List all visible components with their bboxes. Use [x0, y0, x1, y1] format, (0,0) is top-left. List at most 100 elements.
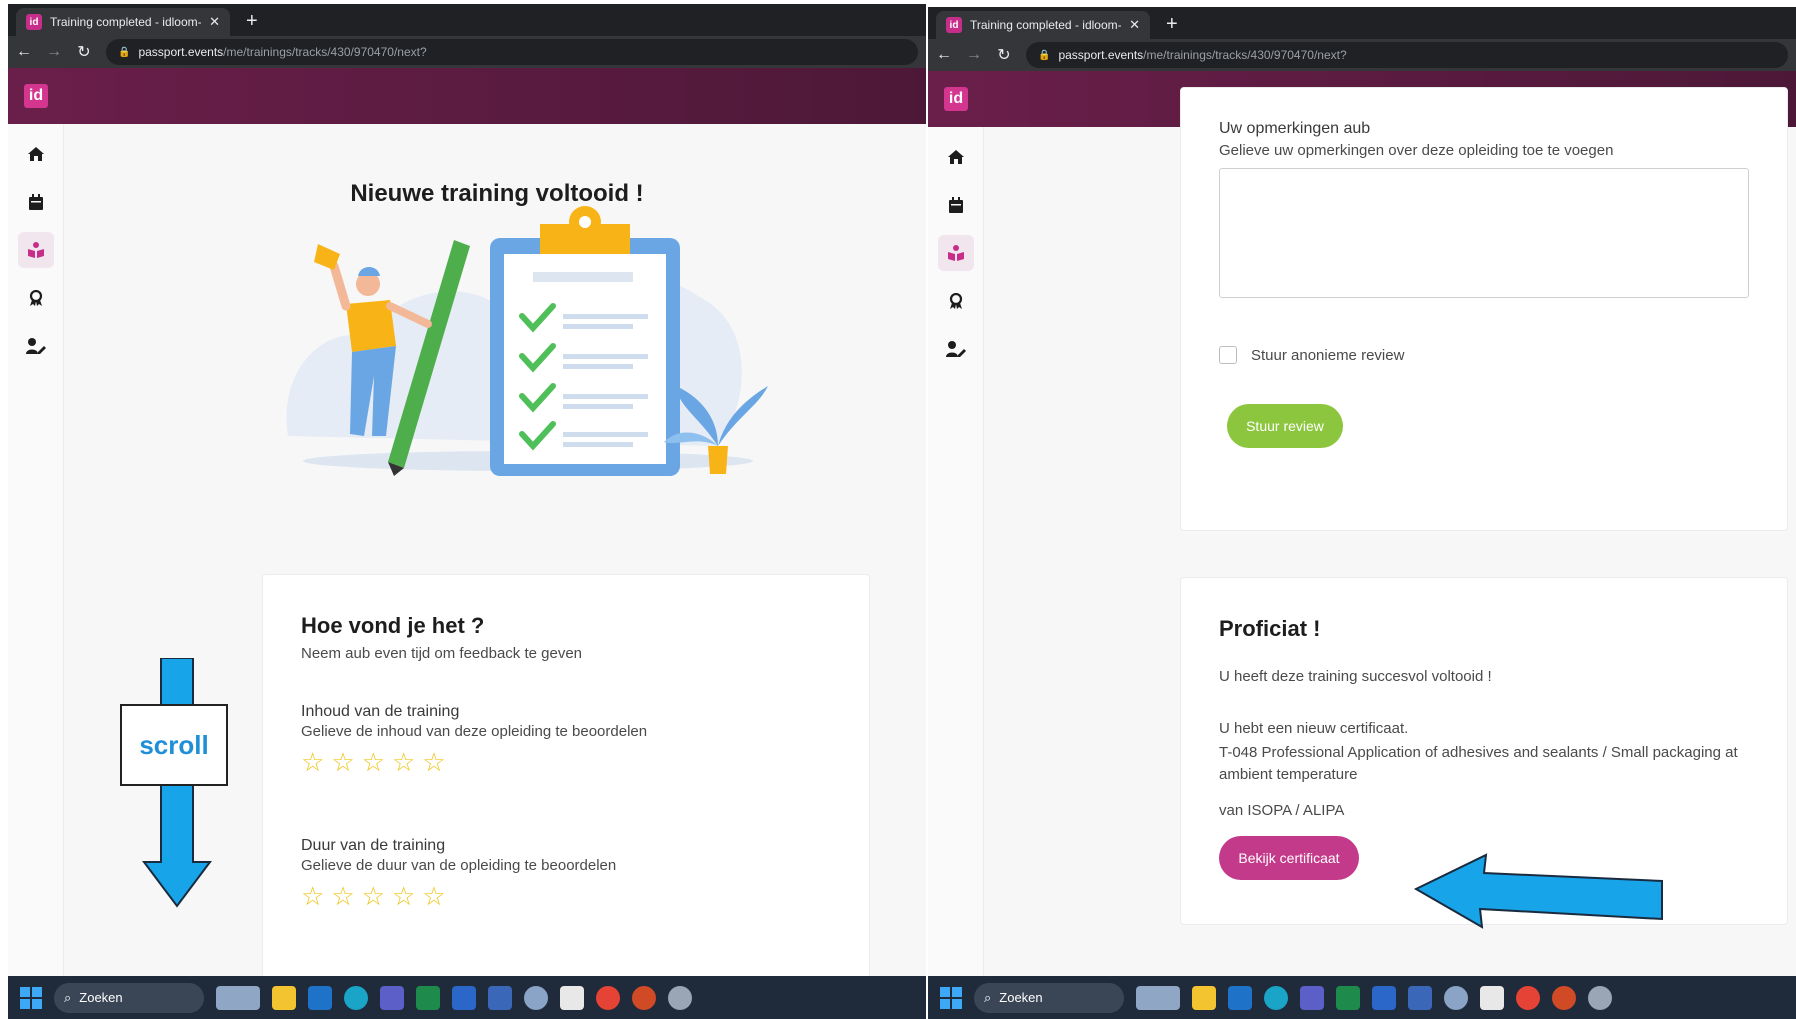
url-host: passport.events — [1058, 48, 1144, 62]
app-header: id — [8, 68, 926, 124]
browser-tab[interactable]: id Training completed - idloom-pas ✕ — [16, 8, 230, 36]
anonymous-review-checkbox[interactable] — [1219, 346, 1237, 364]
remarks-label: Uw opmerkingen aub — [1219, 120, 1371, 137]
pointer-arrow-icon — [1414, 853, 1663, 929]
taskbar-search[interactable]: ⌕ Zoeken — [54, 982, 204, 1013]
favicon: id — [946, 17, 962, 33]
sidebar-item-home[interactable] — [938, 139, 974, 175]
browser-tab[interactable]: id Training completed - idloom-pas ✕ — [936, 11, 1150, 39]
tab-strip: id Training completed - idloom-pas ✕ + — [8, 4, 926, 36]
star-icon[interactable]: ☆ — [392, 749, 415, 775]
new-tab-button[interactable]: + — [246, 8, 258, 34]
lock-icon: 🔒 — [118, 46, 131, 58]
powerpoint-icon[interactable] — [1552, 985, 1576, 1010]
star-icon[interactable]: ☆ — [362, 883, 385, 909]
acrobat-icon[interactable] — [560, 985, 584, 1010]
close-tab-icon[interactable]: ✕ — [209, 14, 220, 30]
app-logo[interactable]: id — [24, 84, 48, 108]
training-complete-illustration — [286, 206, 768, 476]
user-edit-icon — [946, 341, 966, 357]
app-body: Nieuwe training voltooid ! Hoe vond je h… — [8, 124, 926, 994]
app-logo[interactable]: id — [944, 87, 968, 111]
sidebar-item-calendar[interactable] — [18, 184, 54, 220]
windows-taskbar: ⌕ Zoeken — [928, 976, 1796, 1019]
widgets-icon[interactable] — [1136, 985, 1180, 1010]
powerpoint-icon[interactable] — [632, 985, 656, 1010]
reload-icon[interactable]: ↻ — [996, 45, 1012, 65]
remarks-textarea[interactable] — [1219, 168, 1749, 298]
excel-icon[interactable] — [416, 985, 440, 1010]
outlook-icon[interactable] — [1228, 985, 1252, 1010]
star-icon[interactable]: ☆ — [362, 749, 385, 775]
file-explorer-icon[interactable] — [1192, 985, 1216, 1010]
star-icon[interactable]: ☆ — [392, 883, 415, 909]
chrome-icon[interactable] — [1516, 985, 1540, 1010]
search-icon: ⌕ — [984, 989, 992, 1005]
sidebar-item-profile[interactable] — [18, 328, 54, 364]
forward-arrow-icon[interactable]: → — [46, 43, 62, 61]
book-reader-icon — [28, 242, 44, 258]
duration-star-rating: ☆ ☆ ☆ ☆ ☆ — [301, 883, 446, 909]
url-path: /me/trainings/tracks/430/970470/next? — [1143, 48, 1347, 62]
scroll-annotation: scroll — [120, 704, 228, 786]
star-icon[interactable]: ☆ — [331, 749, 354, 775]
address-bar[interactable]: 🔒 passport.events /me/trainings/tracks/4… — [1026, 42, 1788, 68]
home-icon — [28, 147, 44, 161]
award-icon — [949, 293, 963, 309]
widgets-icon[interactable] — [216, 985, 260, 1010]
settings-icon[interactable] — [1588, 985, 1612, 1010]
windows-start-icon[interactable] — [940, 986, 962, 1009]
star-icon[interactable]: ☆ — [301, 749, 324, 775]
edge-icon[interactable] — [1264, 985, 1288, 1010]
forward-arrow-icon[interactable]: → — [966, 46, 982, 64]
sidebar-item-trainings[interactable] — [938, 235, 974, 271]
calendar-icon — [949, 197, 963, 213]
new-tab-button[interactable]: + — [1166, 11, 1178, 37]
congrats-title: Proficiat ! — [1219, 616, 1321, 641]
globe-icon[interactable] — [524, 985, 548, 1010]
excel-icon[interactable] — [1336, 985, 1360, 1010]
taskbar-search[interactable]: ⌕ Zoeken — [974, 982, 1124, 1013]
sidebar-item-calendar[interactable] — [938, 187, 974, 223]
star-icon[interactable]: ☆ — [331, 883, 354, 909]
visio-icon[interactable] — [1408, 985, 1432, 1010]
star-icon[interactable]: ☆ — [301, 883, 324, 909]
feedback-title: Hoe vond je het ? — [301, 613, 485, 638]
edge-icon[interactable] — [344, 985, 368, 1010]
tab-strip: id Training completed - idloom-pas ✕ + — [928, 7, 1796, 39]
back-arrow-icon[interactable]: ← — [16, 43, 32, 61]
close-tab-icon[interactable]: ✕ — [1129, 17, 1140, 33]
content-star-rating: ☆ ☆ ☆ ☆ ☆ — [301, 749, 446, 775]
teams-icon[interactable] — [1300, 985, 1324, 1010]
settings-icon[interactable] — [668, 985, 692, 1010]
certificate-issuer: van ISOPA / ALIPA — [1219, 802, 1345, 819]
send-review-button[interactable]: Stuur review — [1227, 404, 1343, 448]
sidebar-item-trainings[interactable] — [18, 232, 54, 268]
word-icon[interactable] — [452, 985, 476, 1010]
outlook-icon[interactable] — [308, 985, 332, 1010]
sidebar-item-certificates[interactable] — [18, 280, 54, 316]
windows-start-icon[interactable] — [20, 986, 42, 1009]
sidebar-item-certificates[interactable] — [938, 283, 974, 319]
star-icon[interactable]: ☆ — [422, 883, 445, 909]
browser-toolbar: ← → ↻ 🔒 passport.events /me/trainings/tr… — [8, 36, 926, 68]
acrobat-icon[interactable] — [1480, 985, 1504, 1010]
view-certificate-button[interactable]: Bekijk certificaat — [1219, 836, 1359, 880]
book-reader-icon — [948, 245, 964, 261]
feedback-card: Hoe vond je het ? Neem aub even tijd om … — [262, 574, 870, 994]
visio-icon[interactable] — [488, 985, 512, 1010]
sidebar-item-profile[interactable] — [938, 331, 974, 367]
taskbar-search-label: Zoeken — [999, 990, 1043, 1005]
globe-icon[interactable] — [1444, 985, 1468, 1010]
teams-icon[interactable] — [380, 985, 404, 1010]
anonymous-review-option[interactable]: Stuur anonieme review — [1219, 346, 1404, 364]
back-arrow-icon[interactable]: ← — [936, 46, 952, 64]
file-explorer-icon[interactable] — [272, 985, 296, 1010]
user-edit-icon — [26, 338, 46, 354]
address-bar[interactable]: 🔒 passport.events /me/trainings/tracks/4… — [106, 39, 918, 65]
chrome-icon[interactable] — [596, 985, 620, 1010]
reload-icon[interactable]: ↻ — [76, 42, 92, 62]
star-icon[interactable]: ☆ — [422, 749, 445, 775]
word-icon[interactable] — [1372, 985, 1396, 1010]
sidebar-item-home[interactable] — [18, 136, 54, 172]
